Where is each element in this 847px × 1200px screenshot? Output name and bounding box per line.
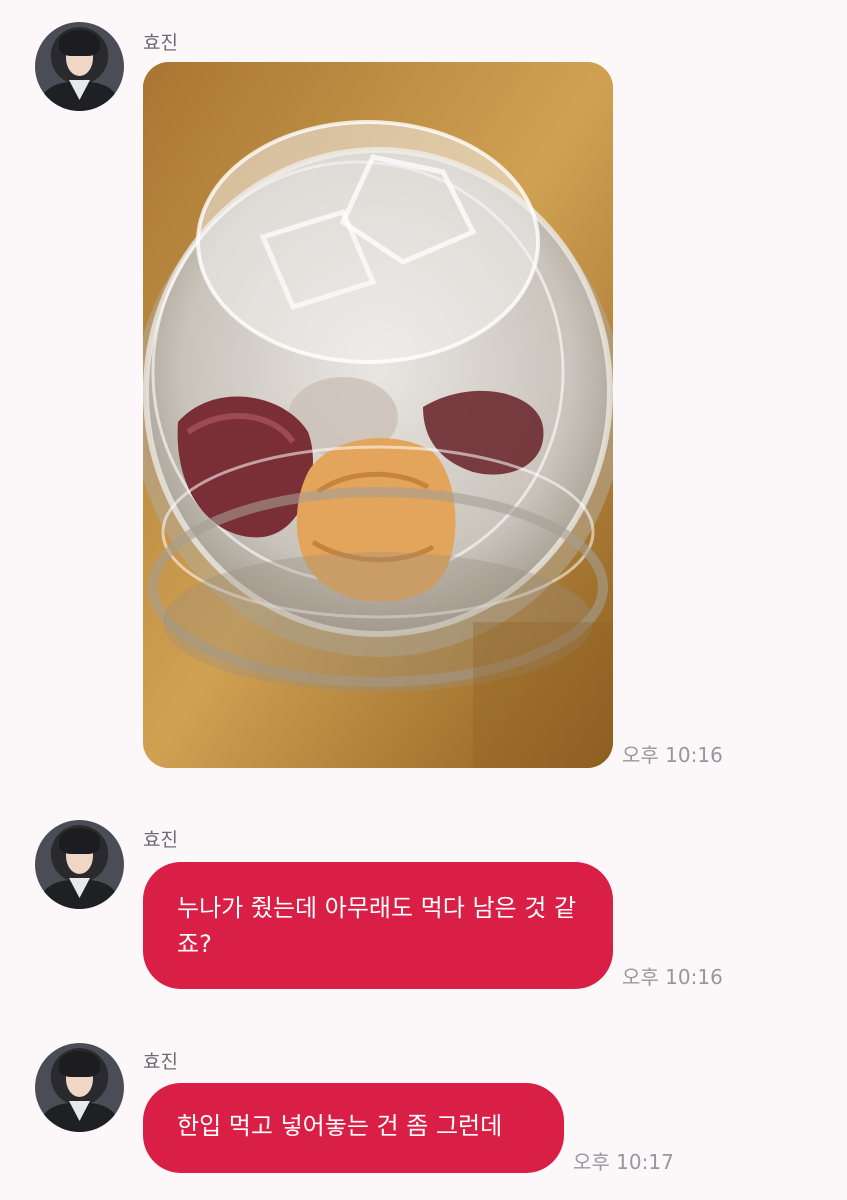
shared-photo[interactable]: [143, 62, 613, 768]
sender-avatar[interactable]: [35, 22, 124, 111]
sender-name: 효진: [143, 829, 178, 851]
sender-name: 효진: [143, 32, 178, 54]
timestamp: 오후 10:16: [622, 965, 723, 989]
avatar-hair: [59, 1051, 100, 1077]
message-bubble[interactable]: 한입 먹고 넣어놓는 건 좀 그런데: [143, 1083, 564, 1173]
photo-illustration: [143, 62, 613, 768]
sender-avatar[interactable]: [35, 820, 124, 909]
timestamp: 오후 10:17: [573, 1150, 674, 1174]
avatar-hair: [59, 828, 100, 854]
message-bubble[interactable]: 누나가 줬는데 아무래도 먹다 남은 것 같죠?: [143, 862, 613, 989]
sender-name: 효진: [143, 1051, 178, 1073]
sender-avatar[interactable]: [35, 1043, 124, 1132]
avatar-hair: [59, 30, 100, 56]
timestamp: 오후 10:16: [622, 743, 723, 767]
